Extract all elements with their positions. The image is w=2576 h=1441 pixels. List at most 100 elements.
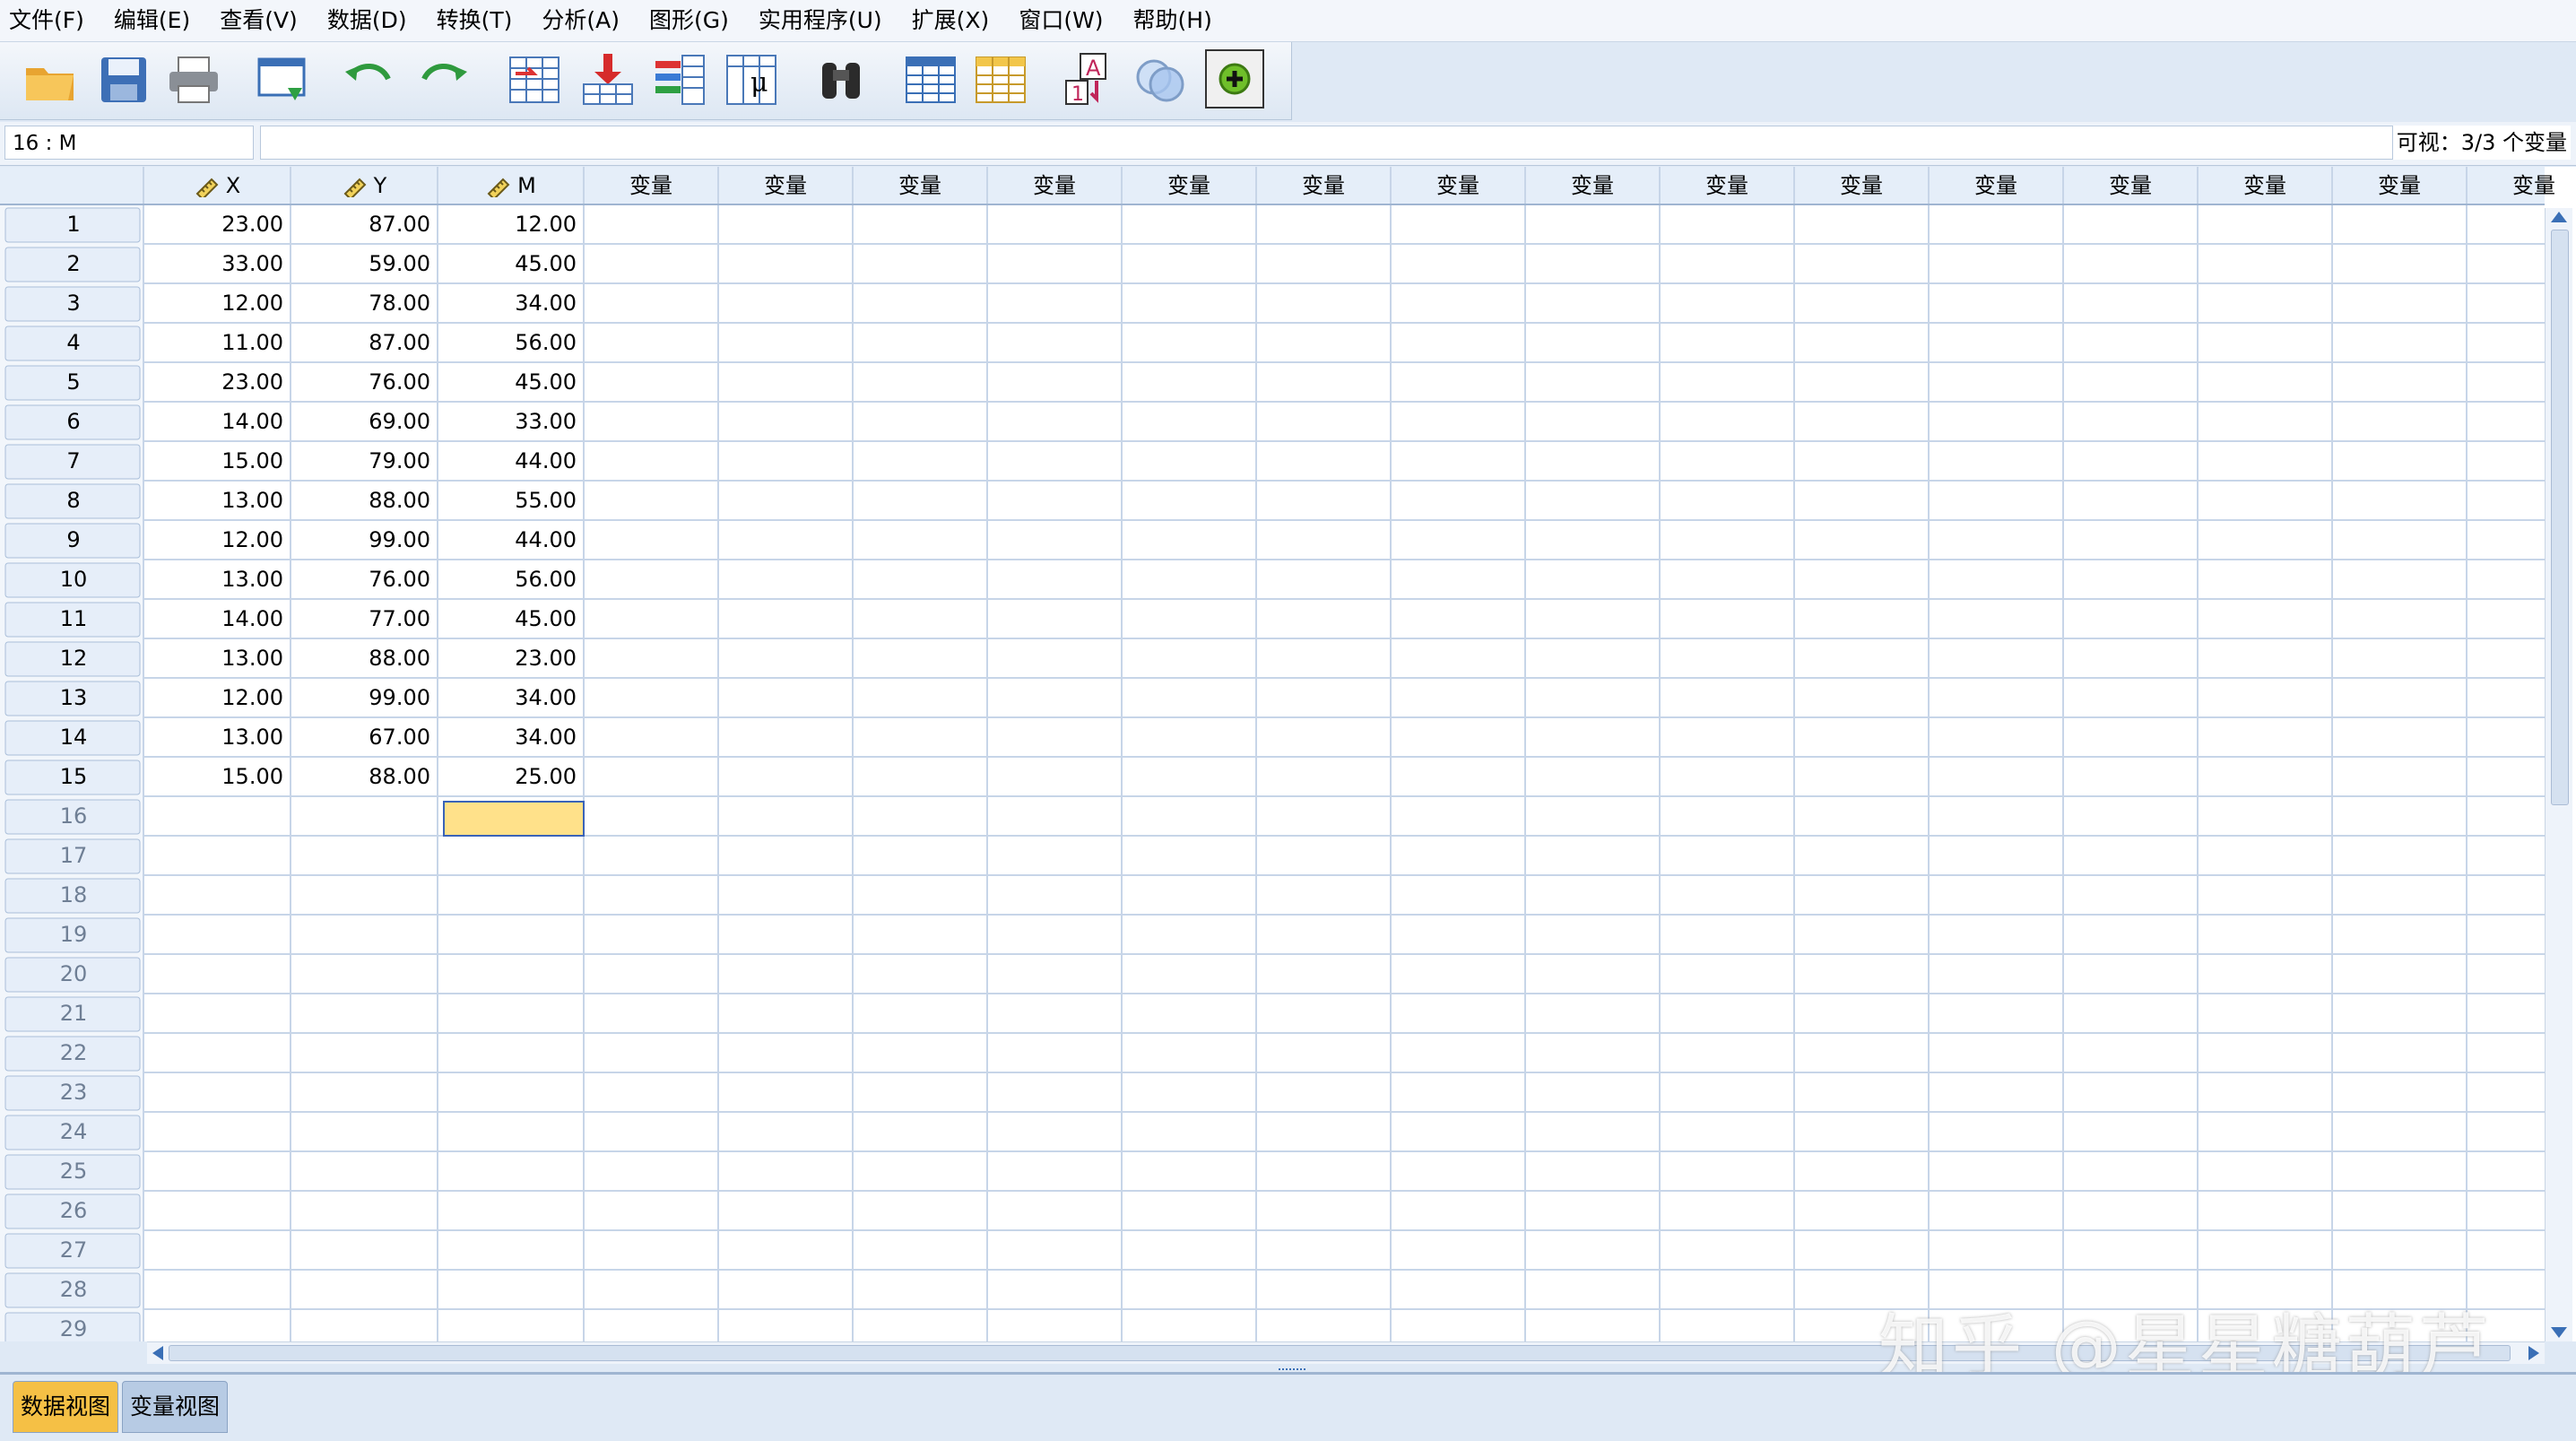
row-header[interactable]: 28 [5,1270,142,1309]
menu-item[interactable]: 帮助(H) [1124,0,1233,41]
data-grid[interactable]: X Y M 变量 变量 变量 变量 变量 变量 变量 变量 变量 变量 变量 变量 变量 变量 变量 1 2 3 4 5 6 7… [0,167,2576,1341]
find-icon[interactable] [811,49,872,110]
row-header[interactable]: 27 [5,1230,142,1270]
row-header[interactable]: 23 [5,1072,142,1112]
data-cell[interactable]: 25.00 [438,757,577,796]
row-header[interactable]: 1 [5,204,142,244]
data-cell[interactable]: 69.00 [291,402,430,441]
row-header[interactable]: 25 [5,1151,142,1191]
row-header[interactable]: 11 [5,599,142,638]
data-cell[interactable]: 34.00 [438,283,577,323]
scroll-left-icon[interactable] [152,1346,163,1360]
data-cell[interactable]: 12.00 [143,283,283,323]
row-header[interactable]: 9 [5,520,142,560]
row-header[interactable]: 4 [5,323,142,362]
menu-item[interactable]: 扩展(X) [903,0,1010,41]
data-cell[interactable]: 55.00 [438,481,577,520]
row-header[interactable]: 12 [5,638,142,678]
column-header-empty[interactable]: 变量 [2063,167,2198,204]
scroll-thumb[interactable] [2551,230,2569,805]
data-cell[interactable]: 44.00 [438,520,577,560]
row-header[interactable]: 19 [5,915,142,954]
tab-data-view[interactable]: 数据视图 [13,1381,119,1433]
row-header[interactable]: 8 [5,481,142,520]
customize-toolbar-icon[interactable] [1205,49,1264,109]
column-header-empty[interactable]: 变量 [1929,167,2063,204]
data-cell[interactable]: 13.00 [143,717,283,757]
data-cell[interactable]: 56.00 [438,323,577,362]
column-header-empty[interactable]: 变量 [584,167,718,204]
column-header-y[interactable]: Y [291,167,438,204]
data-cell[interactable]: 77.00 [291,599,430,638]
data-cell[interactable]: 34.00 [438,678,577,717]
column-header-x[interactable]: X [143,167,291,204]
data-cell[interactable]: 14.00 [143,402,283,441]
menu-item[interactable]: 转换(T) [428,0,533,41]
data-cell[interactable]: 88.00 [291,757,430,796]
row-header[interactable]: 24 [5,1112,142,1151]
menu-item[interactable]: 分析(A) [533,0,640,41]
data-cell[interactable]: 79.00 [291,441,430,481]
insert-cases-icon[interactable] [900,49,961,110]
data-cell[interactable]: 12.00 [143,678,283,717]
data-cell[interactable]: 33.00 [438,402,577,441]
menu-item[interactable]: 文件(F) [0,0,105,41]
column-header-empty[interactable]: 变量 [2198,167,2332,204]
data-cell[interactable]: 59.00 [291,244,430,283]
row-header[interactable]: 10 [5,560,142,599]
row-header[interactable]: 16 [5,796,142,836]
row-header[interactable]: 5 [5,362,142,402]
data-cell[interactable]: 14.00 [143,599,283,638]
data-cell[interactable]: 67.00 [291,717,430,757]
row-header[interactable]: 7 [5,441,142,481]
column-header-empty[interactable]: 变量 [718,167,853,204]
column-header-empty[interactable]: 变量 [1122,167,1256,204]
menu-item[interactable]: 数据(D) [318,0,428,41]
data-cell[interactable]: 45.00 [438,244,577,283]
menu-item[interactable]: 编辑(E) [105,0,211,41]
save-icon[interactable] [93,49,154,110]
data-cell[interactable]: 99.00 [291,520,430,560]
row-header[interactable]: 2 [5,244,142,283]
undo-icon[interactable] [339,49,400,110]
vertical-scrollbar[interactable] [2545,208,2572,1341]
data-cell[interactable]: 44.00 [438,441,577,481]
menu-item[interactable]: 图形(G) [640,0,750,41]
menu-item[interactable]: 实用程序(U) [750,0,903,41]
data-cell[interactable]: 12.00 [438,204,577,244]
row-header[interactable]: 15 [5,757,142,796]
menu-item[interactable]: 窗口(W) [1010,0,1123,41]
scroll-up-icon[interactable] [2551,212,2567,222]
column-header-empty[interactable]: 变量 [1525,167,1660,204]
data-cell[interactable]: 34.00 [438,717,577,757]
data-cell[interactable]: 33.00 [143,244,283,283]
column-header-empty[interactable]: 变量 [2467,167,2576,204]
insert-variable-icon[interactable] [970,49,1031,110]
data-cell[interactable]: 15.00 [143,757,283,796]
row-header[interactable]: 14 [5,717,142,757]
column-header-empty[interactable]: 变量 [1391,167,1525,204]
redo-icon[interactable] [412,49,473,110]
data-cell[interactable]: 76.00 [291,362,430,402]
value-labels-icon[interactable]: A1 [1058,49,1119,110]
data-cell[interactable]: 88.00 [291,481,430,520]
row-header[interactable]: 26 [5,1191,142,1230]
column-header-empty[interactable]: 变量 [987,167,1122,204]
row-header[interactable]: 20 [5,954,142,994]
data-cell[interactable]: 12.00 [143,520,283,560]
row-header[interactable]: 6 [5,402,142,441]
data-cell[interactable]: 76.00 [291,560,430,599]
scroll-right-icon[interactable] [2528,1346,2539,1360]
cell-value-editor[interactable] [260,126,2396,160]
data-cell[interactable]: 23.00 [143,362,283,402]
tab-variable-view[interactable]: 变量视图 [122,1381,229,1433]
data-cell[interactable]: 88.00 [291,638,430,678]
recall-dialog-icon[interactable] [253,49,314,110]
open-icon[interactable] [20,49,81,110]
column-header-empty[interactable]: 变量 [1660,167,1794,204]
data-cell[interactable]: 13.00 [143,638,283,678]
column-header-empty[interactable]: 变量 [853,167,987,204]
data-cell[interactable]: 13.00 [143,560,283,599]
variables-icon[interactable] [649,49,710,110]
data-cell[interactable]: 87.00 [291,323,430,362]
